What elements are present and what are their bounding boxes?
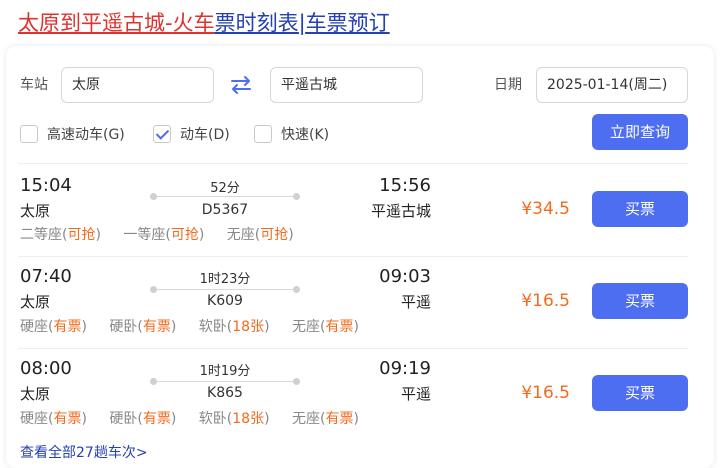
title-link-route[interactable]: 太原到平遥古城 [18, 11, 165, 35]
arrive-time: 09:03 [379, 266, 431, 287]
filter-label: 快速(K) [281, 127, 330, 143]
route-end-dot [293, 193, 300, 200]
title-link-train[interactable]: 火车 [173, 11, 215, 35]
depart-station: 太原 [20, 385, 51, 403]
train-number[interactable]: K865 [150, 385, 300, 401]
route-line [150, 289, 300, 290]
seat-item: 无座(可抢) [226, 227, 294, 243]
train-number[interactable]: D5367 [150, 202, 300, 218]
seat-list: 硬座(有票) 硬卧(有票) 软卧(18张) 无座(有票) [20, 317, 377, 337]
filter-emu[interactable]: 动车(D) [153, 124, 230, 144]
seat-item: 软卧(18张) [198, 319, 270, 335]
title-pipe: | [298, 11, 306, 35]
divider [18, 348, 688, 349]
divider [18, 256, 688, 257]
arrive-time: 09:19 [379, 358, 431, 379]
route-start-dot [150, 193, 157, 200]
buy-button[interactable]: 买票 [592, 375, 688, 411]
buy-button[interactable]: 买票 [592, 191, 688, 227]
depart-station: 太原 [20, 293, 51, 311]
filter-high-speed[interactable]: 高速动车(G) [20, 124, 125, 144]
route-end-dot [293, 378, 300, 385]
depart-station: 太原 [20, 202, 51, 220]
seat-item: 二等座(可抢) [20, 227, 101, 243]
seat-item: 软卧(18张) [198, 411, 270, 427]
seat-item: 硬座(有票) [20, 319, 87, 335]
filter-express[interactable]: 快速(K) [254, 124, 329, 144]
checkbox-icon[interactable] [20, 125, 38, 143]
seat-item: 硬卧(有票) [109, 319, 177, 335]
date-label: 日期 [494, 77, 522, 93]
route-start-dot [150, 378, 157, 385]
view-all-trains-link[interactable]: 查看全部27趟车次> [20, 442, 148, 462]
to-station-input[interactable]: 平遥古城 [270, 67, 423, 103]
arrive-station: 平遥 [400, 293, 431, 311]
route-start-dot [150, 286, 157, 293]
checkbox-icon[interactable] [254, 125, 272, 143]
route-end-dot [293, 286, 300, 293]
seat-item: 一等座(可抢) [123, 227, 205, 243]
arrive-station: 平遥古城 [370, 202, 431, 220]
title-dash: - [165, 11, 173, 35]
price: ¥16.5 [521, 291, 570, 311]
route-line [150, 381, 300, 382]
title-link-timetable[interactable]: 票时刻表 [215, 11, 299, 35]
seat-item: 硬卧(有票) [109, 411, 177, 427]
price: ¥16.5 [521, 383, 570, 403]
seat-list: 二等座(可抢) 一等座(可抢) 无座(可抢) [20, 225, 312, 245]
duration: 1时19分 [199, 364, 251, 379]
depart-time: 08:00 [20, 358, 72, 379]
seat-list: 硬座(有票) 硬卧(有票) 软卧(18张) 无座(有票) [20, 409, 377, 429]
page-title: 太原到平遥古城-火车票时刻表|车票预订 [18, 8, 390, 38]
title-link-booking[interactable]: 车票预订 [306, 11, 390, 35]
buy-button[interactable]: 买票 [592, 283, 688, 319]
from-station-input[interactable]: 太原 [61, 67, 214, 103]
date-picker[interactable]: 2025-01-14(周二) [536, 67, 688, 103]
price: ¥34.5 [521, 199, 570, 219]
depart-time: 07:40 [20, 266, 72, 287]
train-number[interactable]: K609 [150, 293, 300, 309]
arrive-station: 平遥 [400, 385, 431, 403]
depart-time: 15:04 [20, 175, 72, 196]
checkmark-icon[interactable] [153, 125, 171, 143]
station-label: 车站 [20, 77, 48, 93]
filter-label: 动车(D) [180, 127, 230, 143]
filter-label: 高速动车(G) [47, 127, 125, 143]
route-line [150, 196, 300, 197]
seat-item: 硬座(有票) [20, 411, 87, 427]
duration: 52分 [210, 181, 240, 196]
search-button[interactable]: 立即查询 [592, 114, 688, 150]
swap-arrows-icon[interactable] [229, 75, 253, 95]
seat-item: 无座(有票) [292, 319, 359, 335]
duration: 1时23分 [199, 272, 251, 287]
train-row: 15:04 太原 52分 D5367 15:56 平遥古城 二等座(可抢) 一等… [0, 172, 708, 264]
arrive-time: 15:56 [379, 175, 431, 196]
seat-item: 无座(有票) [292, 411, 359, 427]
train-row: 08:00 太原 1时19分 K865 09:19 平遥 硬座(有票) 硬卧(有… [0, 357, 708, 449]
train-row: 07:40 太原 1时23分 K609 09:03 平遥 硬座(有票) 硬卧(有… [0, 265, 708, 357]
divider [18, 163, 688, 164]
